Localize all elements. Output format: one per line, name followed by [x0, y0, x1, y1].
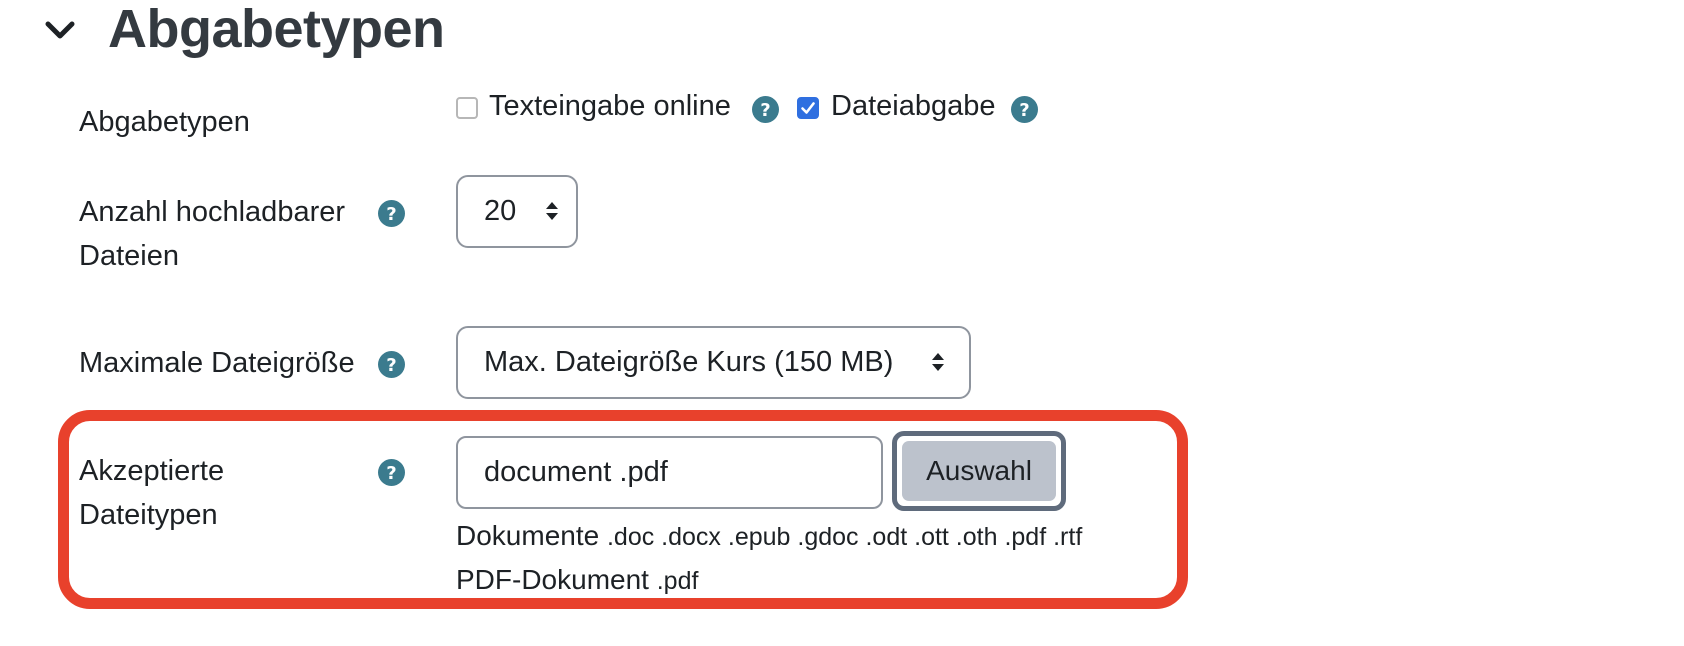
max-size-label: Maximale Dateigröße: [79, 347, 355, 379]
max-size-select[interactable]: Max. Dateigröße Kurs (150 MB): [456, 326, 971, 399]
help-icon[interactable]: ?: [1011, 96, 1038, 123]
select-arrows-icon: [546, 202, 558, 220]
file-submission-checkbox[interactable]: [797, 97, 819, 119]
max-files-label-line2: Dateien: [79, 240, 179, 272]
help-icon[interactable]: ?: [752, 96, 779, 123]
checkmark-icon: [801, 102, 815, 114]
type-group-documents: Dokumente .doc .docx .epub .gdoc .odt .o…: [456, 520, 1082, 552]
svg-text:?: ?: [1019, 100, 1029, 121]
svg-text:?: ?: [386, 204, 396, 225]
help-icon[interactable]: ?: [378, 351, 405, 378]
max-files-value: 20: [484, 195, 517, 227]
select-arrows-icon: [932, 353, 944, 371]
accepted-types-input[interactable]: document .pdf: [456, 436, 883, 509]
chevron-down-icon[interactable]: [44, 14, 76, 46]
max-files-select[interactable]: 20: [456, 175, 578, 248]
help-icon[interactable]: ?: [378, 459, 405, 486]
accepted-types-label-line2: Dateitypen: [79, 499, 218, 531]
type-group-name: Dokumente: [456, 520, 600, 551]
help-icon[interactable]: ?: [378, 200, 405, 227]
svg-text:?: ?: [386, 463, 396, 484]
file-submission-label[interactable]: Dateiabgabe: [831, 90, 995, 123]
max-files-label-line1: Anzahl hochladbarer: [79, 196, 346, 228]
type-group-extensions: .pdf: [656, 567, 699, 595]
online-text-label[interactable]: Texteingabe online: [489, 90, 731, 123]
online-text-checkbox[interactable]: [456, 97, 478, 119]
type-group-name: PDF-Dokument: [456, 564, 649, 595]
svg-text:?: ?: [760, 100, 770, 121]
type-group-pdf: PDF-Dokument .pdf: [456, 564, 698, 596]
max-size-value: Max. Dateigröße Kurs (150 MB): [484, 346, 894, 378]
svg-text:?: ?: [386, 355, 396, 376]
type-group-extensions: .doc .docx .epub .gdoc .odt .ott .oth .p…: [606, 523, 1083, 551]
accepted-types-label-line1: Akzeptierte: [79, 455, 225, 487]
submission-types-label: Abgabetypen: [79, 106, 250, 138]
accepted-types-value: document .pdf: [484, 456, 668, 488]
choose-button[interactable]: Auswahl: [902, 441, 1056, 501]
section-title[interactable]: Abgabetypen: [108, 0, 445, 60]
